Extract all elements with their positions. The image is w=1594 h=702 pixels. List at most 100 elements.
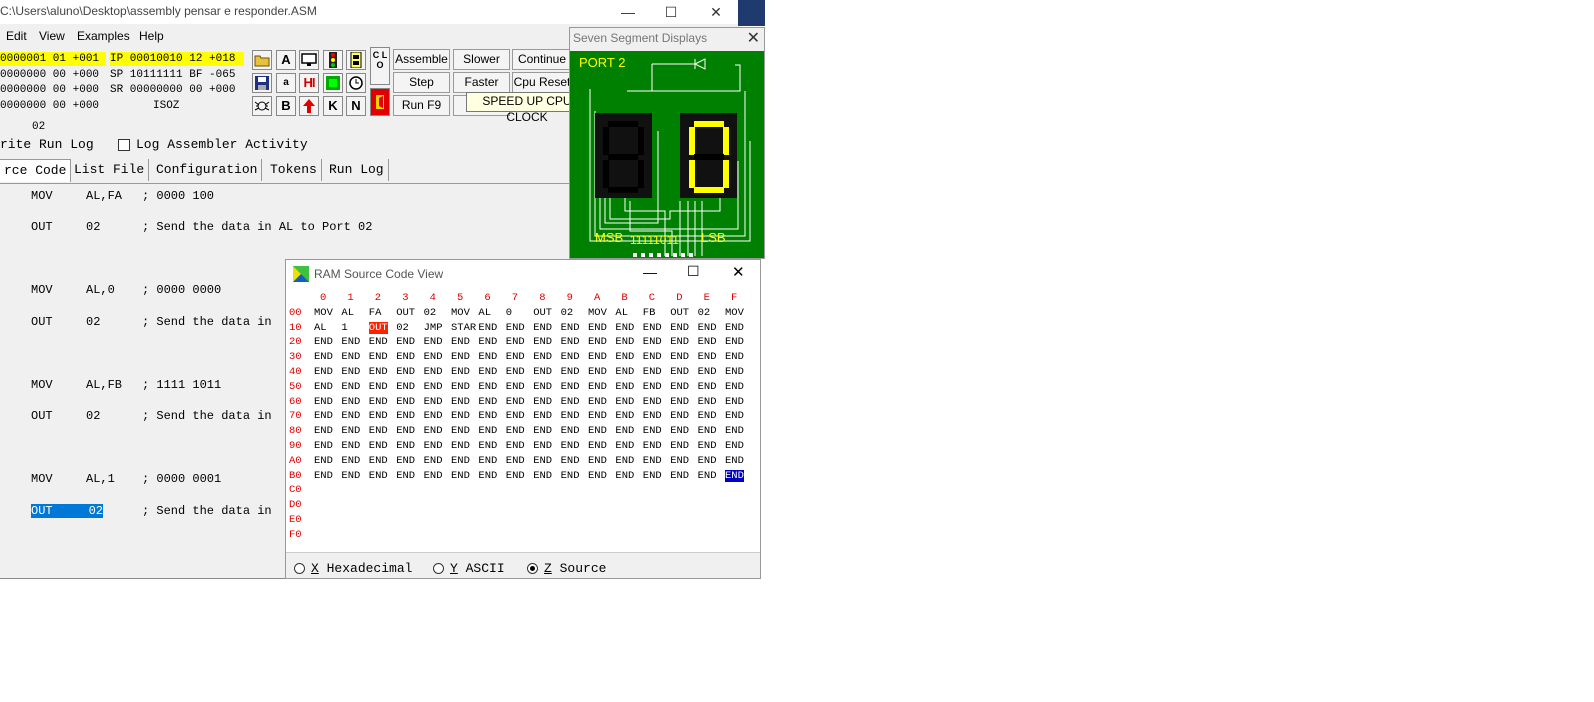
log-assembler-checkbox[interactable] xyxy=(118,138,130,151)
register-bl: 0000000 00 +000 xyxy=(0,69,100,81)
ram-cell: END xyxy=(368,336,388,349)
ram-cell: END xyxy=(314,351,333,364)
ram-cell: END xyxy=(505,440,525,452)
monitor-icon[interactable] xyxy=(299,50,319,70)
clo-button[interactable]: C L O xyxy=(370,47,390,85)
assemble-button[interactable]: Assemble xyxy=(393,49,450,70)
ram-cell: END xyxy=(451,410,470,423)
ram-cell: END xyxy=(368,440,388,452)
slower-button[interactable]: Slower xyxy=(453,49,510,70)
ram-column-header: F xyxy=(731,292,738,304)
tab-configuration[interactable]: Configuration xyxy=(152,159,263,181)
tab-list-file[interactable]: List File xyxy=(70,159,150,181)
save-icon[interactable] xyxy=(252,73,272,93)
ram-cell: END xyxy=(451,395,470,408)
open-icon[interactable] xyxy=(252,50,272,70)
selected-text: OUT 02 xyxy=(31,504,104,518)
ram-cell: END xyxy=(670,380,690,393)
menu-help[interactable]: Help xyxy=(139,29,164,43)
radio-source[interactable]: Z Source xyxy=(527,561,606,576)
ram-row-address: 20 xyxy=(289,336,302,349)
radio-ascii[interactable]: Y ASCII xyxy=(433,561,505,576)
ram-column-header: 0 xyxy=(320,292,327,304)
ram-column-header: 2 xyxy=(374,292,382,304)
up-arrow-icon[interactable] xyxy=(299,96,319,116)
menu-edit[interactable]: Edit xyxy=(6,29,27,43)
ram-cell: END xyxy=(368,380,388,393)
ram-cell: END xyxy=(505,336,525,349)
tab-run-log[interactable]: Run Log xyxy=(325,159,389,181)
menu-examples[interactable]: Examples xyxy=(77,29,130,43)
ram-cell: END xyxy=(478,454,498,467)
ram-cell: FA xyxy=(368,306,382,319)
ram-cell: END xyxy=(588,336,607,349)
ram-cell: END xyxy=(697,410,717,423)
ram-cell: FB xyxy=(642,306,656,319)
ram-column-header: 4 xyxy=(429,292,436,304)
ram-cell: END xyxy=(451,351,470,364)
ram-cell: END xyxy=(341,410,361,423)
lift-icon[interactable] xyxy=(346,50,366,70)
ram-maximize-button[interactable]: ☐ xyxy=(687,263,700,280)
keyboard-k-button[interactable]: K xyxy=(323,96,343,116)
speaker-icon[interactable] xyxy=(370,88,390,116)
traffic-light-icon[interactable] xyxy=(323,50,343,70)
green-matrix-icon[interactable] xyxy=(323,73,343,93)
seven-segment-close-button[interactable]: ✕ xyxy=(747,28,760,48)
ram-cell: END xyxy=(615,380,635,393)
hi-lo-button[interactable]: HI xyxy=(299,73,319,93)
ram-cell: END xyxy=(725,440,744,452)
cpu-reset-button[interactable]: Cpu Reset xyxy=(512,72,572,93)
ram-cell: END xyxy=(560,410,580,423)
ram-cell: END xyxy=(725,469,744,482)
ram-cell: END xyxy=(588,380,607,393)
ram-cell: END xyxy=(451,454,470,467)
ram-cell: END xyxy=(615,351,635,364)
ram-row-address: 60 xyxy=(289,395,302,408)
ram-cell: END xyxy=(505,395,525,408)
close-button[interactable]: ✕ xyxy=(696,2,736,22)
clock-icon[interactable] xyxy=(346,73,366,93)
ram-cell: END xyxy=(697,321,717,334)
minimize-button[interactable]: — xyxy=(608,2,648,22)
font-small-a-button[interactable]: a xyxy=(276,73,296,93)
font-b-button[interactable]: B xyxy=(276,96,296,116)
ram-row-address: C0 xyxy=(289,484,302,497)
continue-button[interactable]: Continue xyxy=(512,49,572,70)
ram-close-button[interactable]: ✕ xyxy=(732,263,745,281)
ram-cell: END xyxy=(314,410,333,423)
menu-view[interactable]: View xyxy=(39,29,65,43)
pins xyxy=(633,253,693,257)
log-assembler-option[interactable]: Log Assembler Activity xyxy=(118,137,308,152)
step-button[interactable]: Step xyxy=(393,72,450,93)
numeric-n-button[interactable]: N xyxy=(346,96,366,116)
run-button[interactable]: Run F9 xyxy=(393,95,450,116)
ram-cell: END xyxy=(396,410,416,423)
seven-segment-board: PORT 2 MSB 11111011 LSB xyxy=(570,51,764,258)
ram-cell: END xyxy=(725,351,744,364)
font-a-button[interactable]: A xyxy=(276,50,296,70)
ram-cell: END xyxy=(314,425,333,438)
ram-cell: END xyxy=(615,321,635,334)
maximize-button[interactable]: ☐ xyxy=(651,2,691,22)
ram-cell: END xyxy=(670,454,690,467)
ram-cell: END xyxy=(341,425,361,438)
ram-cell: END xyxy=(423,454,443,467)
radio-hexadecimal[interactable]: X Hexadecimal xyxy=(294,561,412,576)
tab-source-code[interactable]: rce Code xyxy=(0,159,72,182)
ram-cell: END xyxy=(670,440,690,452)
tab-tokens[interactable]: Tokens xyxy=(266,159,322,181)
write-run-log-option[interactable]: rite Run Log xyxy=(0,137,94,152)
ram-cell: END xyxy=(560,425,580,438)
ram-cell: END xyxy=(725,395,744,408)
ram-cell: END xyxy=(396,469,416,482)
ram-cell: END xyxy=(314,395,333,408)
bug-icon[interactable] xyxy=(252,96,272,116)
ram-cell: END xyxy=(615,410,635,423)
ram-minimize-button[interactable]: — xyxy=(643,264,657,280)
ram-column-header: 9 xyxy=(566,292,573,304)
faster-button[interactable]: Faster xyxy=(453,72,510,93)
ram-cell: END xyxy=(615,395,635,408)
ram-row-address: 90 xyxy=(289,440,302,452)
ram-cell: END xyxy=(478,469,498,482)
